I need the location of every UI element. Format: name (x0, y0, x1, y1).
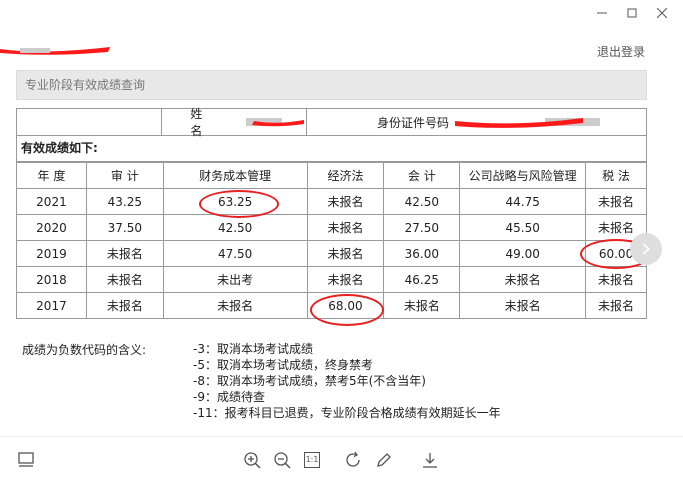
table-cell: 46.25 (383, 266, 461, 293)
viewer-toolbar: 1:1 (0, 436, 683, 482)
table-row: 2018 未报名 未出考 未报名 46.25 未报名 未报名 (16, 266, 647, 293)
column-header: 公司战略与风险管理 (459, 162, 587, 189)
table-cell: 45.50 (459, 214, 587, 241)
table-cell: 49.00 (459, 240, 587, 267)
table-cell: 42.50 (383, 188, 461, 215)
rotate-icon[interactable] (340, 437, 368, 482)
table-cell: 未报名 (85, 240, 164, 267)
codes-list: -3：取消本场考试成绩 -5：取消本场考试成绩，终身禁考 -8：取消本场考试成绩… (193, 341, 501, 421)
table-cell: 未报名 (85, 292, 164, 319)
chevron-right-icon[interactable] (630, 233, 662, 265)
table-cell: 47.50 (162, 240, 308, 267)
table-cell: 未报名 (306, 188, 385, 215)
code-item: -5：取消本场考试成绩，终身禁考 (193, 358, 373, 372)
table-cell: 未报名 (383, 292, 461, 319)
column-header: 税 法 (585, 162, 647, 189)
actual-size-icon[interactable]: 1:1 (298, 437, 326, 482)
id-cell: 身份证件号码 (307, 109, 646, 135)
download-icon[interactable] (416, 437, 444, 482)
minimize-icon[interactable] (589, 0, 615, 26)
redacted-user-name (0, 42, 112, 55)
table-cell: 未报名 (585, 188, 647, 215)
table-cell: 未报名 (306, 214, 385, 241)
table-cell: 37.50 (85, 214, 164, 241)
table-cell: 2020 (16, 214, 87, 241)
thumbnail-icon[interactable] (12, 437, 40, 482)
table-cell: 未报名 (162, 292, 308, 319)
info-spacer (17, 109, 163, 135)
valid-scores-label: 有效成绩如下: (16, 136, 647, 162)
table-cell: 36.00 (383, 240, 461, 267)
table-cell: 2017 (16, 292, 87, 319)
table-cell: 未报名 (306, 240, 385, 267)
table-cell: 未报名 (459, 292, 587, 319)
name-label: 姓 名 (190, 107, 227, 138)
table-header-row: 年 度 审 计 财务成本管理 经济法 会 计 公司战略与风险管理 税 法 (16, 162, 647, 189)
zoom-out-icon[interactable] (268, 437, 296, 482)
table-cell: 未出考 (162, 266, 308, 293)
redacted-name (246, 116, 306, 128)
edit-icon[interactable] (370, 437, 398, 482)
table-cell: 未报名 (306, 266, 385, 293)
zoom-in-icon[interactable] (238, 437, 266, 482)
titlebar (0, 0, 683, 26)
code-item: -3：取消本场考试成绩 (193, 342, 313, 356)
table-cell: 63.25 (162, 188, 308, 215)
column-header: 经济法 (306, 162, 385, 189)
table-cell: 2021 (16, 188, 87, 215)
table-cell: 42.50 (162, 214, 308, 241)
table-cell: 68.00 (306, 292, 385, 319)
logout-link[interactable]: 退出登录 (597, 43, 645, 60)
table-cell: 未报名 (459, 266, 587, 293)
actual-size-label: 1:1 (304, 452, 320, 468)
code-item: -9：成绩待查 (193, 390, 265, 404)
maximize-icon[interactable] (619, 0, 645, 26)
column-header: 审 计 (85, 162, 164, 189)
query-title: 专业阶段有效成绩查询 (16, 70, 647, 100)
table-row: 2019 未报名 47.50 未报名 36.00 49.00 60.00 (16, 240, 647, 267)
table-row: 2020 37.50 42.50 未报名 27.50 45.50 未报名 (16, 214, 647, 241)
table-cell: 44.75 (459, 188, 587, 215)
table-cell: 27.50 (383, 214, 461, 241)
name-cell: 姓 名 (162, 107, 307, 138)
personal-info-row: 姓 名 身份证件号码 (16, 107, 647, 138)
table-cell: 2019 (16, 240, 87, 267)
column-header: 年 度 (16, 162, 87, 189)
column-header: 会 计 (383, 162, 461, 189)
table-cell: 43.25 (85, 188, 164, 215)
redacted-id (454, 115, 605, 129)
codes-title: 成绩为负数代码的含义: (22, 343, 147, 357)
code-item: -11：报考科目已退费，专业阶段合格成绩有效期延长一年 (193, 406, 501, 420)
table-row: 2021 43.25 63.25 未报名 42.50 44.75 未报名 (16, 188, 647, 215)
table-cell: 2018 (16, 266, 87, 293)
close-icon[interactable] (649, 0, 675, 26)
table-cell: 未报名 (85, 266, 164, 293)
code-item: -8：取消本场考试成绩，禁考5年(不含当年) (193, 374, 426, 388)
id-label: 身份证件号码 (376, 115, 449, 130)
column-header: 财务成本管理 (162, 162, 308, 189)
scores-table: 年 度 审 计 财务成本管理 经济法 会 计 公司战略与风险管理 税 法 202… (16, 162, 647, 319)
table-cell: 未报名 (585, 292, 647, 319)
result-page: 退出登录 专业阶段有效成绩查询 姓 名 身份证件号码 有效成绩如下: 年 度 审… (0, 26, 683, 436)
table-row: 2017 未报名 未报名 68.00 未报名 未报名 未报名 (16, 292, 647, 319)
table-cell: 未报名 (585, 266, 647, 293)
